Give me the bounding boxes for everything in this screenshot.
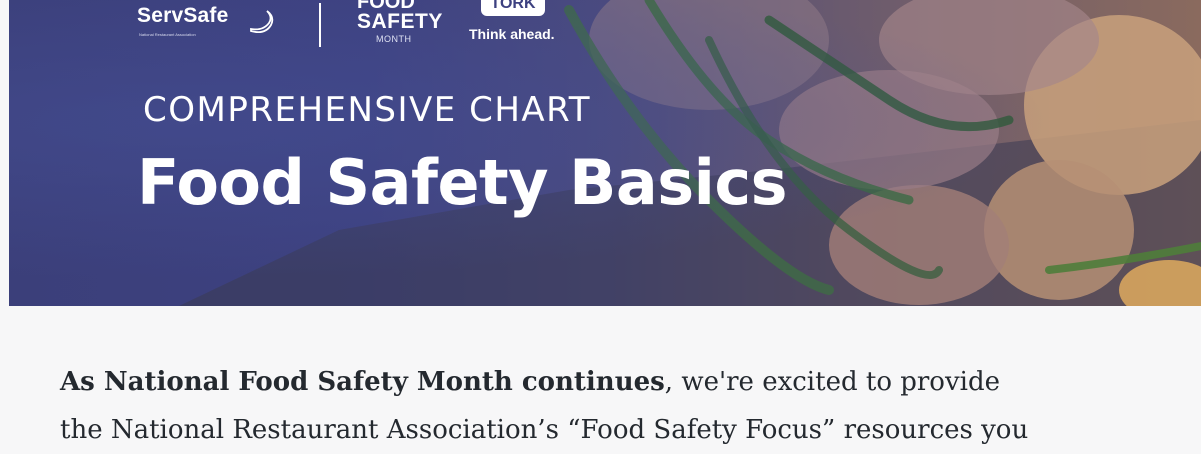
- article-line-2: the National Restaurant Association’s “F…: [60, 415, 1029, 445]
- fsm-logo-month: MONTH: [376, 34, 412, 44]
- article-line-1: As National Food Safety Month continues,…: [60, 358, 1180, 406]
- servsafe-logo-subtitle: National Restaurant Association: [139, 32, 196, 37]
- banner-eyebrow: COMPREHENSIVE CHART: [143, 90, 592, 130]
- tork-tagline: Think ahead.: [469, 26, 555, 42]
- article-lead-rest: , we're excited to provide: [664, 367, 1000, 397]
- banner-title: Food Safety Basics: [137, 146, 788, 219]
- tork-badge: TORK: [481, 0, 545, 16]
- sponsor-logos: ServSafe National Restaurant Association…: [129, 0, 609, 56]
- article-body: As National Food Safety Month continues,…: [60, 358, 1180, 454]
- servsafe-logo-text: ServSafe: [137, 4, 229, 27]
- article-lead-bold: As National Food Safety Month continues: [60, 367, 665, 397]
- hero-banner: ServSafe National Restaurant Association…: [9, 0, 1201, 306]
- logo-divider: [319, 3, 321, 47]
- food-safety-month-logo: FOOD SAFETY MONTH: [343, 0, 453, 53]
- tork-logo: TORK Think ahead.: [469, 0, 609, 56]
- servsafe-swoosh-icon: [250, 10, 274, 34]
- servsafe-logo: ServSafe National Restaurant Association: [129, 3, 289, 53]
- tork-badge-text: TORK: [490, 0, 536, 12]
- fsm-logo-safety: SAFETY: [357, 10, 443, 33]
